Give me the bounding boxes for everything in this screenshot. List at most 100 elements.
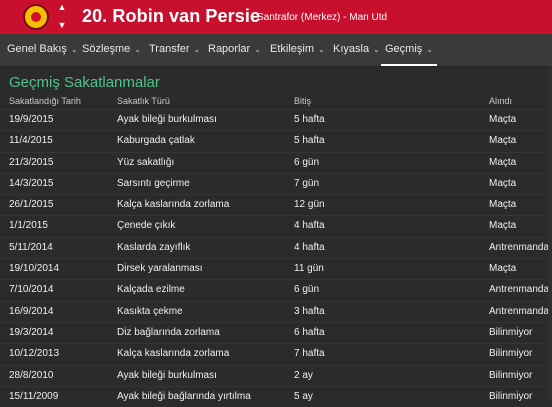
injury-type: Kaslarda zayıflık — [117, 241, 191, 253]
table-row[interactable]: 10/12/2013 Kalça kaslarında zorlama 7 haft… — [0, 343, 552, 364]
table-row[interactable]: 16/9/2014 Kasıkta çekme 3 hafta Antrenmanda — [0, 300, 552, 322]
injury-occurred: Maçta — [489, 220, 517, 232]
injury-date: 5/11/2014 — [9, 241, 53, 253]
tab-label: Geçmiş — [385, 43, 423, 55]
scrollbar[interactable] — [548, 66, 552, 400]
table-header: Sakatlandığı Tarih Sakatlık Türü Bitiş A… — [0, 95, 552, 109]
injury-table: 19/9/2015 Ayak bileği burkulması 5 hafta Ma… — [0, 109, 552, 407]
player-meta[interactable]: Santrafor (Merkez) - Man Utd — [257, 12, 387, 23]
tab-reports[interactable]: Raporlar ⌄ — [208, 34, 261, 66]
chevron-down-icon: ⌄ — [70, 45, 78, 54]
table-row[interactable]: 26/1/2015 Kalça kaslarında zorlama 12 gün M… — [0, 194, 552, 215]
table-row[interactable]: 19/3/2014 Diz bağlarında zorlama 6 hafta Bi… — [0, 321, 552, 343]
injury-type: Ayak bileği burkulması — [117, 369, 217, 381]
tab-label: Etkileşim — [270, 43, 315, 55]
injury-duration: 6 gün — [294, 156, 320, 168]
column-header-injury-type[interactable]: Sakatlık Türü — [117, 96, 170, 106]
injury-duration: 5 hafta — [294, 135, 325, 147]
injury-occurred: Maçta — [489, 177, 517, 189]
injury-occurred: Antrenmanda — [489, 305, 550, 317]
injury-occurred: Bilinmiyor — [489, 326, 533, 338]
tab-bar: Genel Bakış ⌄ Sözleşme ⌄ Transfer ⌄ Raporla… — [0, 34, 552, 67]
injury-date: 19/9/2015 — [9, 114, 54, 125]
tab-history[interactable]: Geçmiş ⌄ — [381, 34, 437, 66]
injury-duration: 7 hafta — [294, 348, 325, 360]
player-switcher[interactable]: ▲ ▼ — [55, 2, 69, 32]
chevron-down-icon: ⌄ — [134, 45, 141, 54]
table-row[interactable]: 5/11/2014 Kaslarda zayıflık 4 hafta Antrenm… — [0, 236, 552, 258]
injury-duration: 6 hafta — [294, 326, 325, 338]
injury-occurred: Maçta — [489, 156, 517, 168]
injury-type: Kalçada ezilme — [117, 284, 185, 296]
column-header-date[interactable]: Sakatlandığı Tarih — [9, 96, 81, 106]
tab-label: Transfer — [149, 43, 190, 55]
table-row[interactable]: 15/11/2009 Ayak bileği bağlarında yırtılm… — [0, 385, 552, 407]
table-row[interactable]: 1/1/2015 Çenede çıkık 4 hafta Maçta — [0, 215, 552, 236]
player-header: ▲ ▼ 20. Robin van Persie Santrafor (Merk… — [0, 0, 552, 34]
table-row[interactable]: 19/10/2014 Dirsek yaralanması 11 gün Maçta — [0, 258, 552, 279]
injury-occurred: Bilinmiyor — [489, 348, 533, 360]
injury-type: Çenede çıkık — [117, 220, 176, 232]
injury-occurred: Bilinmiyor — [489, 369, 533, 381]
injury-duration: 4 hafta — [294, 220, 325, 232]
tab-overview[interactable]: Genel Bakış ⌄ — [7, 34, 78, 66]
player-name: 20. Robin van Persie — [82, 6, 261, 26]
chevron-down-icon[interactable]: ▼ — [55, 20, 69, 30]
chevron-down-icon: ⌄ — [254, 45, 261, 54]
chevron-down-icon: ⌄ — [426, 45, 433, 54]
injury-date: 7/10/2014 — [9, 284, 54, 296]
injury-date: 16/9/2014 — [9, 305, 54, 317]
injury-type: Diz bağlarında zorlama — [117, 326, 220, 338]
injury-date: 1/1/2015 — [9, 220, 48, 232]
injury-duration: 4 hafta — [294, 241, 325, 253]
column-header-occurred[interactable]: Alındı — [489, 96, 512, 106]
table-row[interactable]: 19/9/2015 Ayak bileği burkulması 5 hafta Ma… — [0, 109, 552, 130]
chevron-up-icon[interactable]: ▲ — [55, 2, 69, 12]
injury-date: 10/12/2013 — [9, 348, 60, 360]
injury-duration: 6 gün — [294, 284, 320, 296]
injury-duration: 7 gün — [294, 177, 320, 189]
injury-occurred: Maçta — [489, 263, 517, 275]
injury-type: Kalça kaslarında zorlama — [117, 348, 230, 360]
table-row[interactable]: 7/10/2014 Kalçada ezilme 6 gün Antrenmanda — [0, 279, 552, 300]
injury-occurred: Bilinmiyor — [489, 390, 533, 402]
tab-contract[interactable]: Sözleşme ⌄ — [82, 34, 141, 66]
column-header-duration[interactable]: Bitiş — [294, 96, 311, 106]
injury-date: 19/10/2014 — [9, 263, 60, 275]
injury-date: 14/3/2015 — [9, 177, 54, 189]
injury-date: 15/11/2009 — [9, 390, 59, 402]
injury-occurred: Antrenmanda — [489, 284, 550, 296]
injury-duration: 12 gün — [294, 199, 325, 211]
injury-occurred: Maçta — [489, 199, 517, 211]
section-title: Geçmiş Sakatlanmalar — [9, 74, 160, 91]
injury-date: 21/3/2015 — [9, 156, 54, 168]
injury-occurred: Maçta — [489, 114, 517, 125]
club-crest-icon — [23, 4, 49, 30]
injury-date: 26/1/2015 — [9, 199, 54, 211]
injury-type: Sarsıntı geçirme — [117, 177, 190, 189]
injury-occurred: Maçta — [489, 135, 517, 147]
table-row[interactable]: 21/3/2015 Yüz sakatlığı 6 gün Maçta — [0, 151, 552, 173]
tab-interaction[interactable]: Etkileşim ⌄ — [270, 34, 325, 66]
injury-type: Kasıkta çekme — [117, 305, 183, 317]
injury-date: 11/4/2015 — [9, 135, 53, 147]
injury-duration: 3 hafta — [294, 305, 325, 317]
chevron-down-icon: ⌄ — [373, 45, 380, 54]
tab-label: Kıyasla — [333, 43, 370, 55]
injury-type: Yüz sakatlığı — [117, 156, 175, 168]
injury-duration: 5 hafta — [294, 114, 325, 125]
injury-type: Dirsek yaralanması — [117, 263, 203, 275]
table-row[interactable]: 14/3/2015 Sarsıntı geçirme 7 gün Maçta — [0, 172, 552, 194]
injury-type: Kalça kaslarında zorlama — [117, 199, 230, 211]
injury-date: 19/3/2014 — [9, 326, 54, 338]
injury-occurred: Antrenmanda — [489, 241, 550, 253]
table-row[interactable]: 28/8/2010 Ayak bileği burkulması 2 ay Bilin… — [0, 364, 552, 386]
injury-duration: 2 ay — [294, 369, 313, 381]
injury-duration: 11 gün — [294, 263, 324, 275]
chevron-down-icon: ⌄ — [318, 45, 325, 54]
table-row[interactable]: 11/4/2015 Kaburgada çatlak 5 hafta Maçta — [0, 130, 552, 151]
tab-transfer[interactable]: Transfer ⌄ — [149, 34, 200, 66]
injury-type: Ayak bileği bağlarında yırtılma — [117, 390, 251, 402]
chevron-down-icon: ⌄ — [193, 45, 201, 54]
tab-compare[interactable]: Kıyasla ⌄ — [333, 34, 380, 66]
